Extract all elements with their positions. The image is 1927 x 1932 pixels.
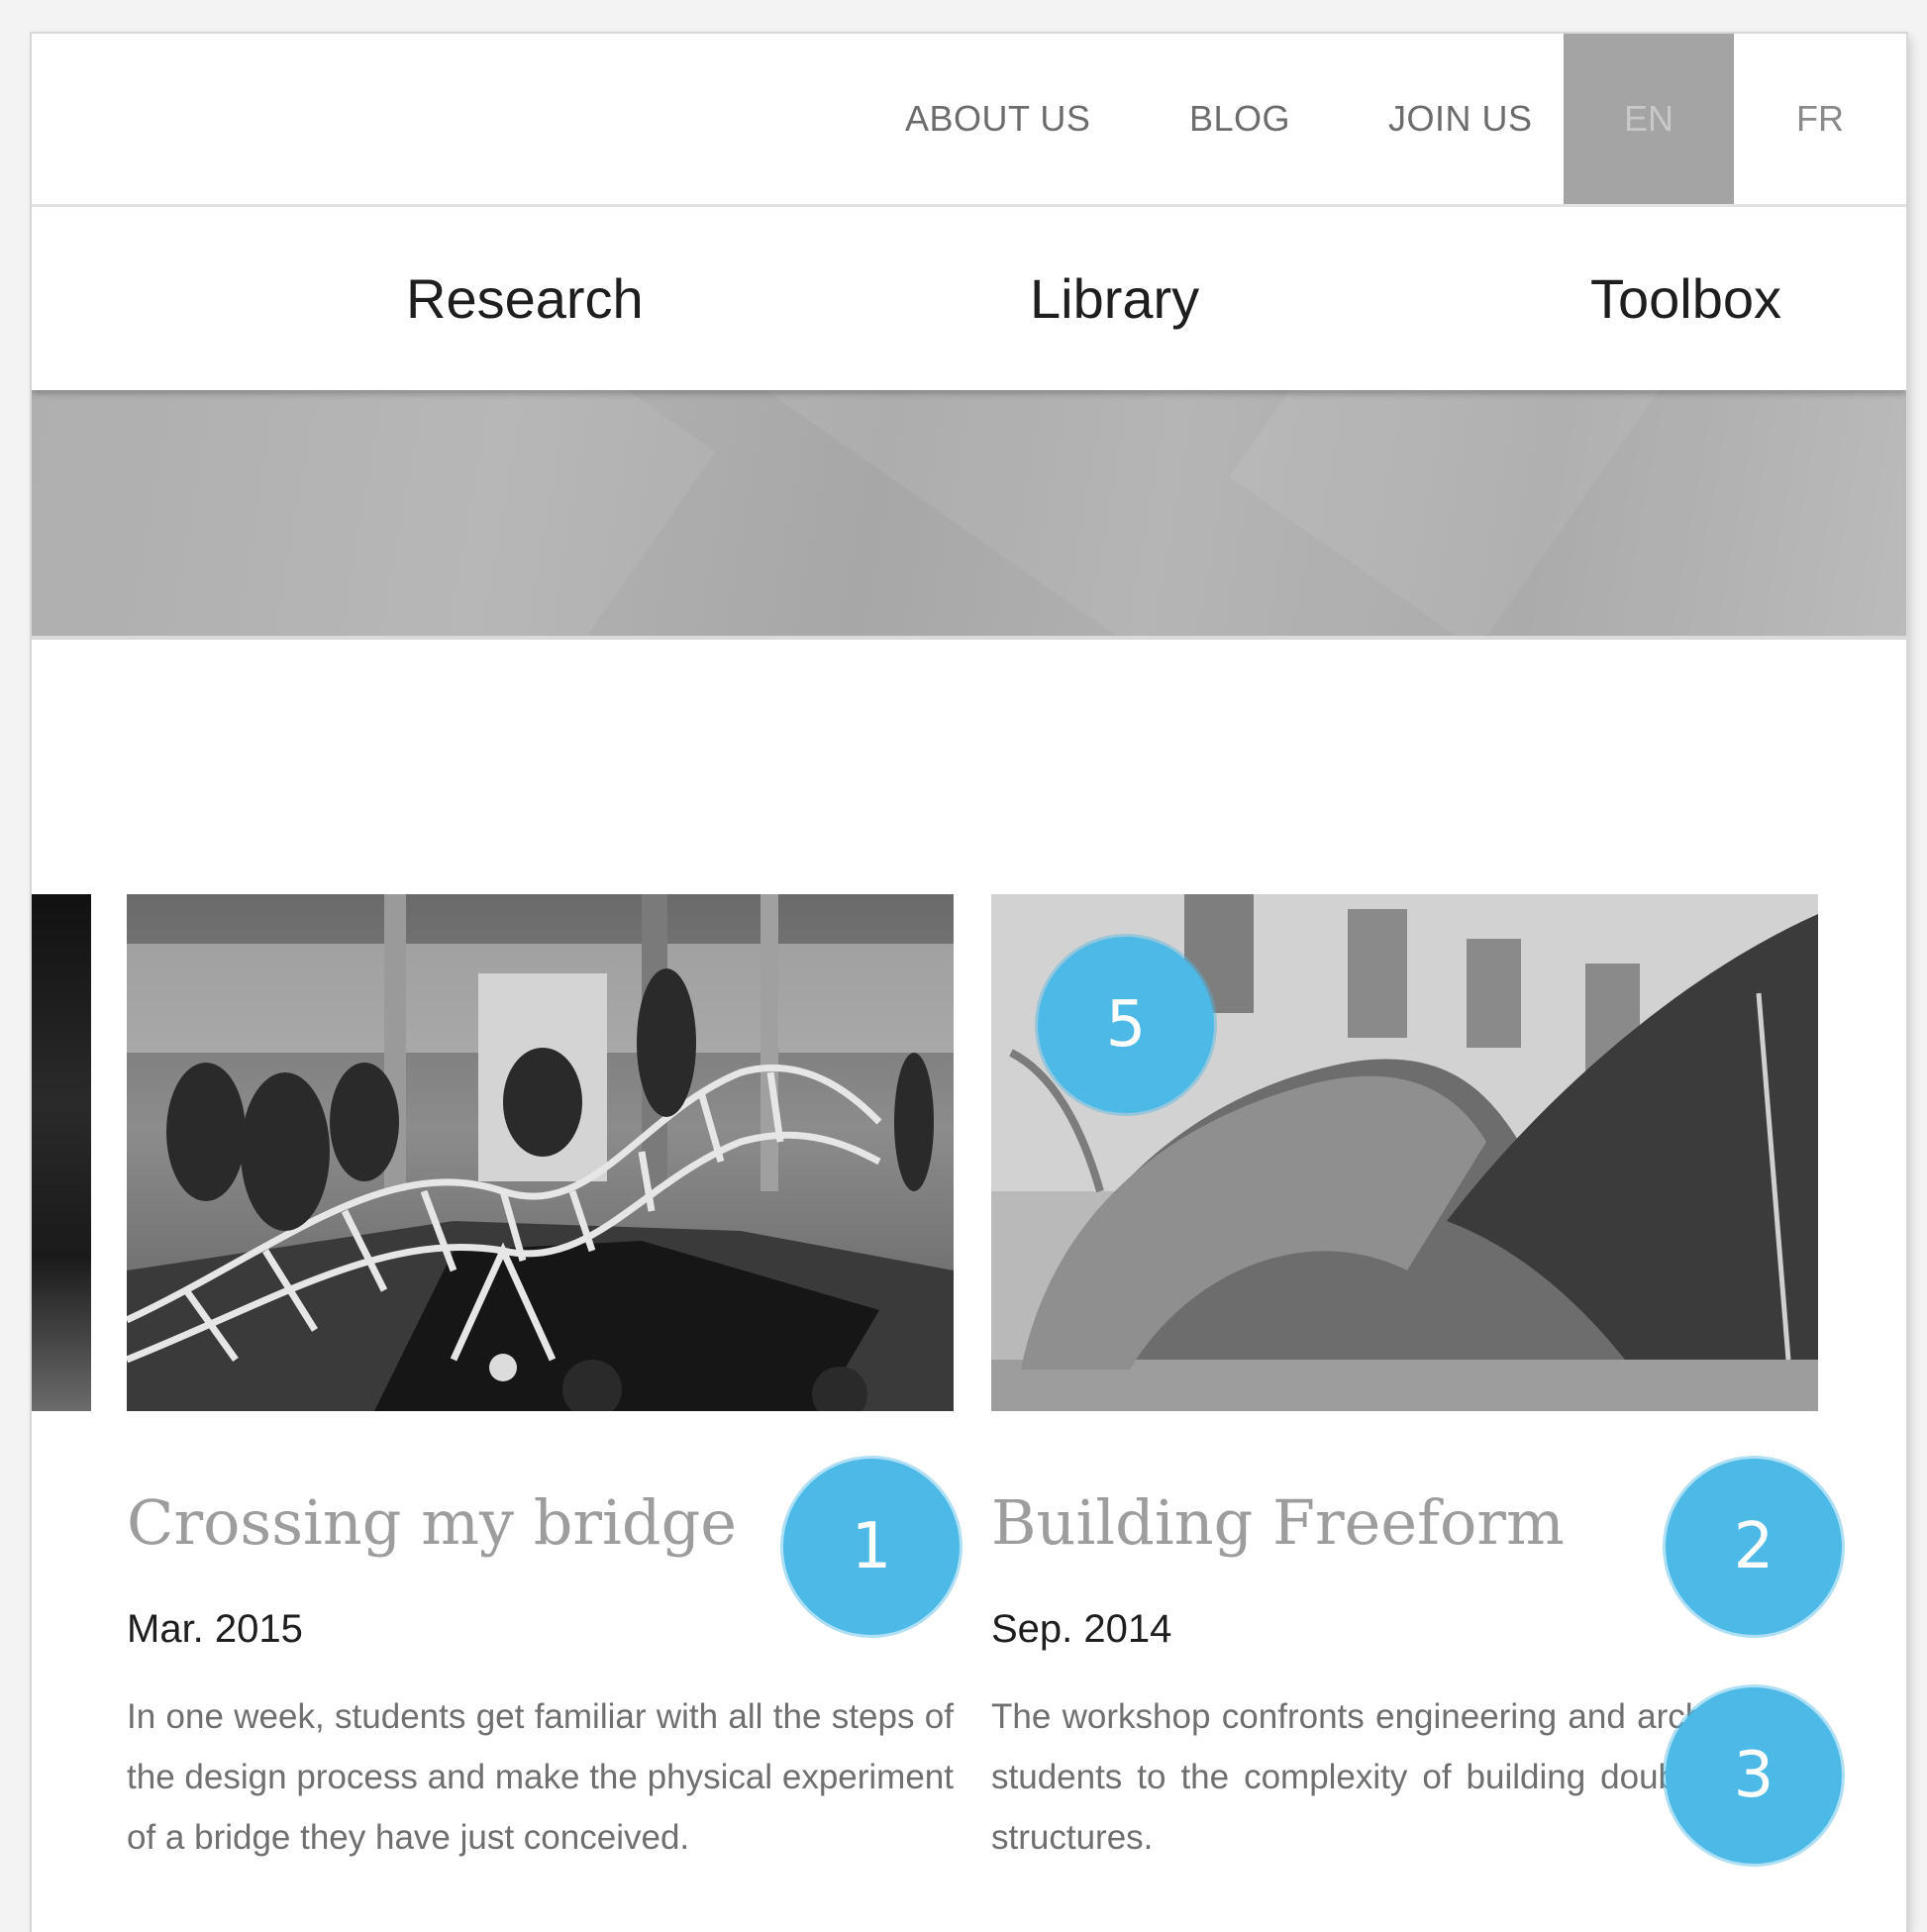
previous-card-image[interactable] xyxy=(32,894,91,1411)
hero-facet xyxy=(32,390,716,636)
nav-research[interactable]: Research xyxy=(406,207,644,390)
card-title[interactable]: Crossing my bridge xyxy=(127,1486,737,1559)
blog-link[interactable]: BLOG xyxy=(1189,34,1290,204)
nav-toolbox[interactable]: Toolbox xyxy=(1590,207,1781,390)
card-title[interactable]: Building Freeform xyxy=(991,1486,1565,1559)
bridge-photo-image xyxy=(127,894,954,1411)
card-description: In one week, students get familiar with … xyxy=(127,1697,954,1857)
page-sheet: ABOUT US BLOG JOIN US EN FR Research Lib… xyxy=(32,34,1906,1932)
nav-library[interactable]: Library xyxy=(1030,207,1199,390)
language-en-button[interactable]: EN xyxy=(1564,34,1734,204)
annotation-badge-1: 1 xyxy=(783,1459,960,1635)
annotation-badge-2: 2 xyxy=(1666,1459,1842,1635)
card-date: Mar. 2015 xyxy=(127,1607,303,1651)
annotation-badge-3: 3 xyxy=(1666,1687,1842,1864)
about-us-link[interactable]: ABOUT US xyxy=(905,34,1090,204)
bridge-photo[interactable] xyxy=(127,894,954,1411)
annotation-badge-5: 5 xyxy=(1038,937,1214,1113)
join-us-link[interactable]: JOIN US xyxy=(1388,34,1533,204)
main-navigation: Research Library Toolbox xyxy=(32,207,1906,390)
language-fr-button[interactable]: FR xyxy=(1735,34,1905,204)
card-date: Sep. 2014 xyxy=(991,1607,1172,1651)
hero-banner xyxy=(32,390,1906,640)
top-utility-bar: ABOUT US BLOG JOIN US EN FR xyxy=(32,34,1906,207)
project-card[interactable]: Crossing my bridge Mar. 2015 In one week… xyxy=(127,894,954,1857)
